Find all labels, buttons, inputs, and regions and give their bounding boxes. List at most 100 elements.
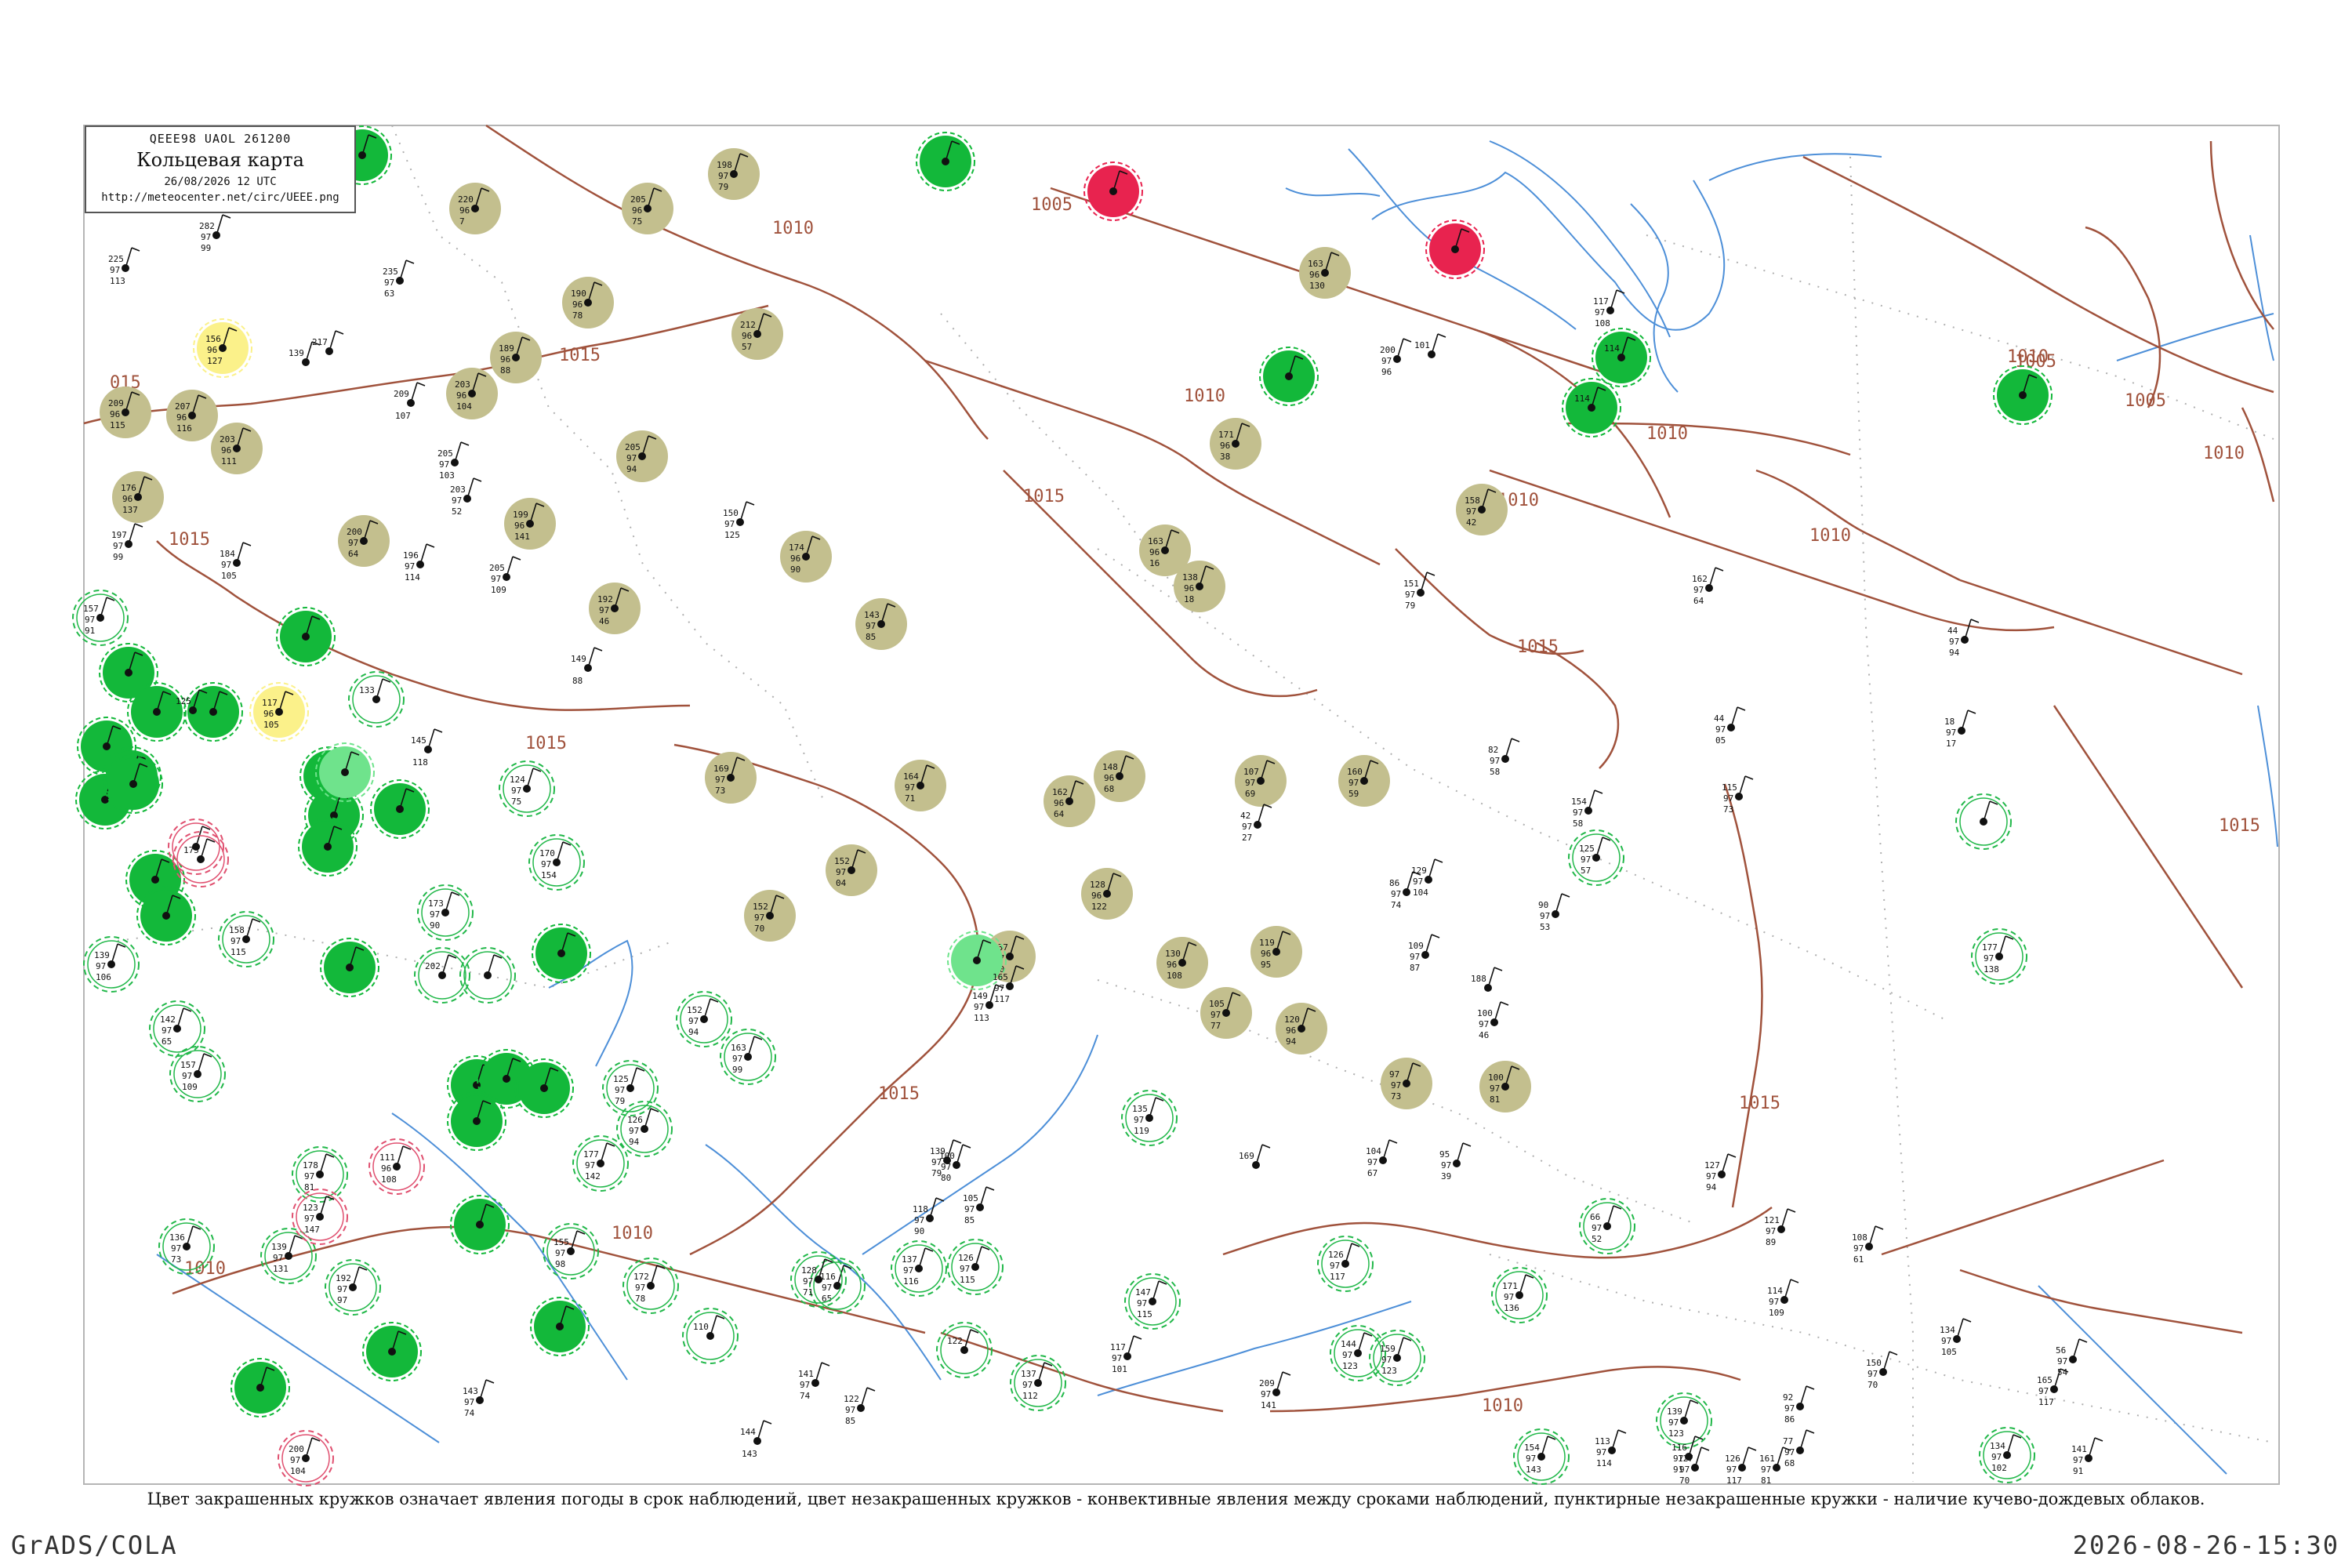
station-c: 94 bbox=[1706, 1182, 1717, 1192]
station-c: 143 bbox=[742, 1449, 757, 1459]
station-b: 97 bbox=[941, 1162, 951, 1172]
station-c: 64 bbox=[1054, 809, 1065, 819]
station-a: 133 bbox=[359, 685, 375, 695]
station-b: 97 bbox=[1381, 356, 1392, 366]
station-a: 127 bbox=[1678, 1454, 1693, 1464]
station-a: 148 bbox=[1102, 762, 1118, 772]
station-a: 100 bbox=[1477, 1008, 1493, 1018]
station-a: 190 bbox=[571, 289, 586, 299]
station-b: 97 bbox=[1479, 1019, 1489, 1029]
station-c: 63 bbox=[384, 289, 394, 299]
station-b: 97 bbox=[2073, 1455, 2083, 1465]
station-a: 42 bbox=[1240, 811, 1250, 821]
station-a: 220 bbox=[458, 194, 474, 205]
station-b: 96 bbox=[1309, 270, 1319, 280]
station-a: 152 bbox=[753, 902, 768, 912]
station-b: 96 bbox=[1104, 773, 1114, 783]
station-a: 158 bbox=[229, 925, 245, 935]
station-olive: 1699773 bbox=[705, 752, 757, 804]
station-a: 203 bbox=[450, 485, 466, 495]
station-b: 97 bbox=[1441, 1160, 1451, 1171]
station-a: 117 bbox=[1110, 1342, 1126, 1352]
station-c: 94 bbox=[629, 1137, 640, 1147]
station-olive: 12896122 bbox=[1081, 868, 1133, 920]
isobar-label: 1010 bbox=[2007, 347, 2049, 367]
station-b: 97 bbox=[845, 1405, 855, 1415]
isobar-label: 1015 bbox=[559, 346, 601, 365]
station-b: 97 bbox=[1261, 1389, 1271, 1399]
station-b: 97 bbox=[511, 786, 521, 796]
station-c: 27 bbox=[1242, 833, 1252, 843]
station-a: 125 bbox=[1579, 844, 1595, 854]
station-c: 97 bbox=[337, 1295, 347, 1305]
station-c: 122 bbox=[1091, 902, 1107, 912]
map-url[interactable]: http://meteocenter.net/circ/UEEE.png bbox=[86, 191, 354, 204]
station-c: 103 bbox=[439, 470, 455, 481]
station-a: 108 bbox=[1852, 1232, 1867, 1243]
station-b: 97 bbox=[914, 1215, 924, 1225]
station-olive: 1199695 bbox=[1250, 926, 1302, 978]
station-c: 79 bbox=[615, 1096, 625, 1106]
station-a: 177 bbox=[583, 1149, 599, 1160]
station-a: 150 bbox=[723, 508, 739, 518]
station-a: 165 bbox=[2037, 1375, 2053, 1385]
station-c: 115 bbox=[230, 947, 246, 957]
station-b: 97 bbox=[1330, 1261, 1340, 1271]
station-c: 68 bbox=[1104, 784, 1114, 794]
station-a: 138 bbox=[1182, 572, 1198, 583]
station-a: 109 bbox=[1408, 941, 1424, 951]
station-b: 97 bbox=[599, 605, 609, 615]
station-a: 18 bbox=[1944, 717, 1955, 727]
station-olive: 979773 bbox=[1381, 1058, 1432, 1109]
station-a: 123 bbox=[303, 1203, 318, 1213]
station-b: 97 bbox=[1342, 1350, 1352, 1360]
station-b: 96 bbox=[500, 354, 510, 365]
station-a: 192 bbox=[336, 1273, 351, 1283]
station-olive: 1629664 bbox=[1044, 775, 1095, 827]
station-a: 157 bbox=[180, 1060, 196, 1070]
station-a: 144 bbox=[740, 1427, 756, 1437]
station-a: 104 bbox=[1366, 1146, 1381, 1156]
station-a: 200 bbox=[347, 527, 362, 537]
station-a: 66 bbox=[1590, 1212, 1600, 1222]
station-olive: 13096108 bbox=[1156, 937, 1208, 989]
station-a: 205 bbox=[489, 563, 505, 573]
station-c: 123 bbox=[1668, 1428, 1684, 1439]
station-b: 97 bbox=[201, 232, 211, 242]
station-b: 96 bbox=[572, 299, 583, 310]
station-b: 97 bbox=[162, 1025, 172, 1036]
station-b: 97 bbox=[718, 171, 728, 181]
station-b: 97 bbox=[822, 1283, 832, 1293]
station-a: 202 bbox=[425, 961, 441, 971]
station-a: 137 bbox=[902, 1254, 917, 1265]
station-c: 114 bbox=[1596, 1458, 1612, 1468]
station-c: 52 bbox=[452, 506, 462, 517]
station-c: 116 bbox=[903, 1276, 919, 1287]
station-a: 145 bbox=[411, 735, 426, 746]
station-a: 152 bbox=[687, 1005, 702, 1015]
station-c: 117 bbox=[994, 994, 1010, 1004]
station-c: 7 bbox=[459, 216, 465, 227]
station-c: 116 bbox=[176, 423, 192, 434]
station-b: 96 bbox=[1054, 798, 1064, 808]
station-a: 110 bbox=[693, 1322, 709, 1332]
station-b: 97 bbox=[1761, 1465, 1771, 1475]
isobar-label: 1015 bbox=[1517, 637, 1559, 657]
station-a: 155 bbox=[554, 1237, 569, 1247]
station-c: 38 bbox=[1220, 452, 1230, 462]
station-olive: 1989779 bbox=[708, 148, 760, 200]
station-c: 73 bbox=[171, 1254, 181, 1265]
station-a: 126 bbox=[627, 1115, 643, 1125]
station-b: 97 bbox=[1405, 590, 1415, 600]
station-a: 209 bbox=[1259, 1378, 1275, 1388]
station-b: 97 bbox=[903, 1265, 913, 1276]
station-a: 114 bbox=[1604, 343, 1620, 354]
isobar-label: 1010 bbox=[1482, 1396, 1523, 1416]
station-b: 97 bbox=[754, 913, 764, 923]
station-a: 188 bbox=[1471, 974, 1486, 984]
station-a: 117 bbox=[262, 698, 278, 708]
station-olive: 16396130 bbox=[1299, 247, 1351, 299]
station-a: 205 bbox=[625, 442, 641, 452]
station-a: 114 bbox=[1767, 1286, 1783, 1296]
station-c: 70 bbox=[754, 924, 764, 934]
